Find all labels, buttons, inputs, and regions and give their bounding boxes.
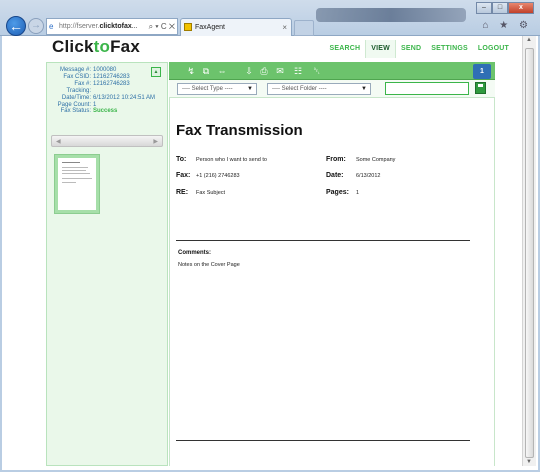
page-number-badge[interactable]: 1 [473,64,491,79]
nav-view[interactable]: VIEW [365,40,396,58]
nav-search[interactable]: SEARCH [325,40,366,58]
page-scrollbar[interactable]: ▲ ▼ [522,36,536,466]
web-page: ClicktoFax SEARCH VIEW SEND SETTINGS LOG… [4,36,522,466]
background-window-title [316,8,466,22]
scroll-up-icon[interactable]: ▲ [526,37,532,43]
fax-label: Fax: [176,172,191,179]
meta-date-time: Date/Time: 6/13/2012 10:24:51 AM [61,94,156,101]
close-window-button[interactable]: x [508,2,534,14]
clicktofax-logo[interactable]: ClicktoFax [52,36,140,58]
to-label: To: [176,156,187,163]
app-header: ClicktoFax SEARCH VIEW SEND SETTINGS LOG… [4,36,522,62]
scroll-down-icon[interactable]: ▼ [526,459,532,465]
date-value: 6/13/2012 [356,173,381,179]
minimize-button[interactable]: – [476,2,492,14]
ie-logo-icon: e [49,22,54,31]
address-bar-controls[interactable]: ⌕ ▾ C ✕ [149,19,175,34]
meta-message-number: Message #: 1000080 [59,67,117,73]
date-label: Date: [326,172,344,179]
pager-next-button[interactable]: ▶ [153,138,158,145]
meta-page-count: Page Count: 1 [57,101,97,108]
comments-text: Notes on the Cover Page [178,262,240,268]
nav-send[interactable]: SEND [396,40,426,58]
select-type-dropdown[interactable]: ---- Select Type ---- ▼ [177,83,257,95]
inbox-tray-icon[interactable]: ▲ [151,67,161,77]
move-icon[interactable]: ⇔ [216,65,228,77]
footer-divider [176,440,470,441]
arrow-left-icon: ← [9,18,23,34]
download-icon[interactable]: ⇩ [243,65,255,77]
copy-icon[interactable]: ⧉ [200,65,212,77]
forward-icon[interactable]: ↯ [185,65,197,77]
scroll-thumb[interactable] [525,48,534,458]
re-label: RE: [176,189,189,196]
address-bar[interactable]: e http://fserver.clicktofax... ⌕ ▾ C ✕ [46,18,178,35]
pages-label: Pages: [326,189,349,196]
filter-bar: ---- Select Type ---- ▼ ---- Select Fold… [169,80,495,98]
pages-value: 1 [356,190,360,196]
to-value: Person who I want to send to [196,157,267,163]
address-url: http://fserver.clicktofax... [59,23,138,30]
print-icon[interactable]: ⎙ [258,65,270,77]
pager-prev-button[interactable]: ◀ [56,138,61,145]
comments-label: Comments: [178,250,212,256]
meta-fax-status: Fax Status: Success [60,108,118,115]
chevron-down-icon: ▼ [247,86,253,92]
maximize-button[interactable]: □ [492,2,508,14]
new-tab-button[interactable] [294,20,314,36]
save-icon[interactable] [475,82,486,94]
address-book-icon[interactable]: ☷ [292,65,304,77]
page-pager: ◀ ▶ [51,135,163,147]
select-folder-dropdown[interactable]: ---- Select Folder ---- ▼ [267,83,371,95]
from-label: From: [326,156,346,163]
message-details: Message #: 1000080 Fax CSID: 12162746283 F… [47,67,157,115]
email-icon[interactable]: ✉ [274,65,286,77]
delete-icon[interactable]: ␡ [311,65,323,77]
message-toolbar: ↯ ⧉ ⇔ ⇩ ⎙ ✉ ☷ ␡ [169,62,495,80]
page-favicon-icon [184,23,192,31]
window-controls: – □ x [476,2,534,16]
message-sidebar: Message #: 1000080 Fax CSID: 12162746283 F… [46,62,168,466]
from-value: Some Company [356,157,396,163]
fax-document-viewer: Fax Transmission To: Person who I want t… [169,98,495,466]
forward-button[interactable]: → [28,18,44,34]
meta-fax-number: Fax #: 12162746283 [74,80,130,87]
tab-title: FaxAgent [195,24,225,31]
main-nav: SEARCH VIEW SEND SETTINGS LOGOUT [325,40,514,58]
nav-settings[interactable]: SETTINGS [426,40,473,58]
tab-close-button[interactable]: × [282,19,287,36]
fax-title: Fax Transmission [176,122,303,139]
search-input[interactable] [385,82,469,95]
fax-value: +1 (216) 2746283 [196,173,240,179]
meta-fax-csid: Fax CSID: 12162746283 [63,73,130,80]
meta-tracking: Tracking: [66,87,91,94]
back-button[interactable]: ← [6,16,26,36]
browser-toolbar-icons[interactable]: ⌂ ★ ⚙ [482,20,532,31]
browser-chrome: – □ x ← → e http://fserver.clicktofax...… [0,0,540,36]
re-value: Fax Subject [196,190,226,196]
tab-faxagent[interactable]: FaxAgent × [180,18,292,36]
header-divider [176,240,470,241]
chevron-down-icon: ▼ [361,86,367,92]
nav-logout[interactable]: LOGOUT [473,40,514,58]
page-thumbnail[interactable] [55,155,99,213]
arrow-right-icon: → [31,20,41,31]
